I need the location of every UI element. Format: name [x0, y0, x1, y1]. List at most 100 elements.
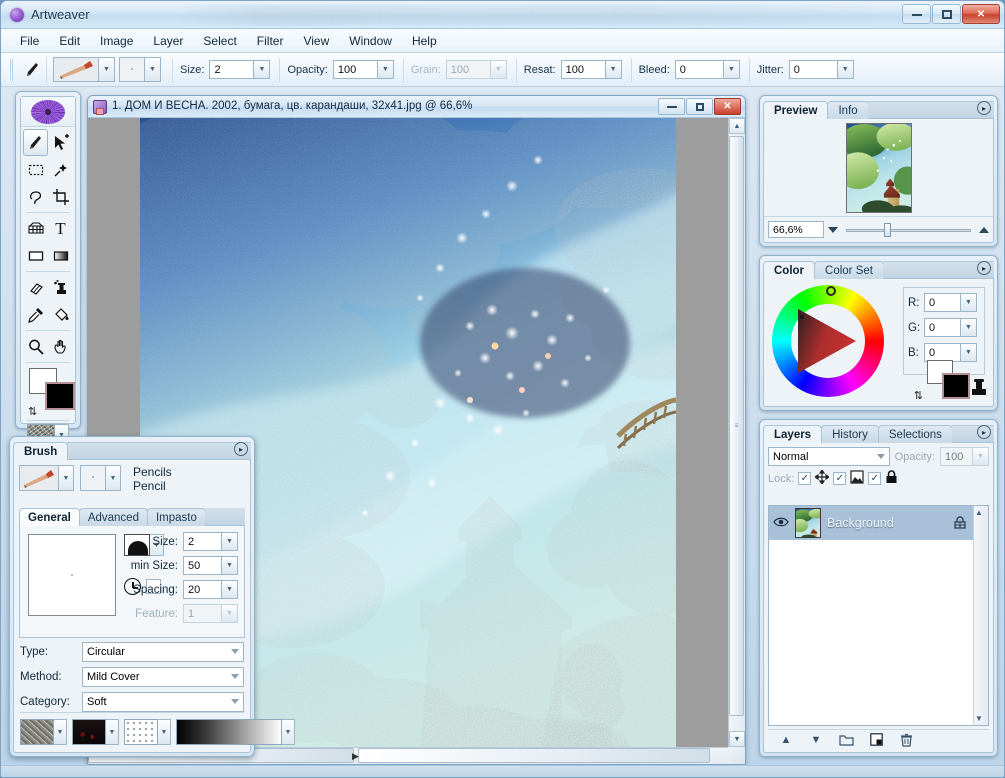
new-layer-button[interactable] — [868, 732, 884, 748]
lock-pixels-checkbox[interactable]: ✓ — [833, 472, 846, 485]
move-layer-up-button[interactable]: ▲ — [778, 732, 794, 748]
lock-icon[interactable] — [885, 470, 898, 487]
tool-paint-bucket[interactable] — [48, 301, 73, 328]
brush-min-size-input[interactable] — [183, 556, 221, 575]
brush-min-size-spinner[interactable]: ▼ — [183, 556, 238, 575]
tool-eraser[interactable] — [23, 274, 48, 301]
menu-item-help[interactable]: Help — [403, 31, 446, 51]
dots-picker[interactable]: ▼ — [124, 719, 171, 745]
brush-type-select[interactable]: Circular — [82, 642, 244, 662]
layer-scroll-down-icon[interactable]: ▼ — [975, 714, 983, 723]
panel-foreground-color-swatch[interactable] — [942, 373, 970, 399]
minimize-button[interactable] — [902, 4, 931, 24]
tool-clone-stamp[interactable] — [48, 274, 73, 301]
brush-preset-dropdown-icon[interactable]: ▼ — [99, 57, 115, 82]
tool-lasso[interactable] — [23, 183, 48, 210]
maximize-button[interactable] — [932, 4, 961, 24]
gradient-picker[interactable]: ▼ — [176, 719, 295, 745]
layer-list[interactable]: Background ▲ ▼ — [768, 505, 989, 726]
lock-image-icon[interactable] — [850, 470, 864, 487]
layer-scroll-up-icon[interactable]: ▲ — [975, 508, 983, 517]
tool-eyedropper[interactable] — [23, 301, 48, 328]
option-bleed-spinner[interactable]: ▼ — [675, 60, 740, 79]
brush-category-dropdown-icon[interactable]: ▼ — [59, 465, 74, 491]
layer-opacity-input[interactable] — [940, 447, 972, 466]
menu-item-window[interactable]: Window — [340, 31, 401, 51]
layer-opacity-stepper-icon[interactable]: ▼ — [972, 447, 989, 466]
swap-colors-icon[interactable]: ⇅ — [28, 405, 37, 418]
option-jitter-input[interactable] — [789, 60, 837, 79]
tab-color-set[interactable]: Color Set — [814, 261, 884, 279]
brush-variant-picker[interactable]: ▼ — [119, 57, 161, 82]
tab-preview[interactable]: Preview — [763, 101, 828, 119]
tool-rect-select[interactable] — [23, 156, 48, 183]
zoom-slider[interactable] — [846, 223, 971, 237]
color-mixer-icon[interactable] — [969, 375, 989, 400]
g-stepper-icon[interactable]: ▼ — [960, 318, 977, 337]
foreground-color-swatch[interactable] — [45, 382, 75, 410]
brush-panel-menu-icon[interactable]: ▸ — [234, 442, 248, 456]
tool-perspective[interactable] — [23, 215, 48, 242]
preview-panel-menu-icon[interactable]: ▸ — [977, 101, 991, 115]
tool-shape[interactable] — [23, 242, 48, 269]
color-panel-menu-icon[interactable]: ▸ — [977, 261, 991, 275]
brush-min-size-stepper-icon[interactable]: ▼ — [221, 556, 238, 575]
color-triangle-marker[interactable] — [800, 315, 804, 319]
menu-item-filter[interactable]: Filter — [248, 31, 293, 51]
brush-category-picker[interactable]: ▼ — [19, 465, 74, 491]
menu-item-select[interactable]: Select — [194, 31, 245, 51]
menu-item-file[interactable]: File — [11, 31, 48, 51]
tab-color[interactable]: Color — [763, 261, 815, 279]
tab-info[interactable]: Info — [827, 101, 868, 119]
new-group-button[interactable] — [838, 732, 854, 748]
option-opacity-spinner[interactable]: ▼ — [333, 60, 394, 79]
brush-variant-picker-2[interactable]: ▼ — [80, 465, 121, 491]
r-stepper-icon[interactable]: ▼ — [960, 293, 977, 312]
move-layer-down-button[interactable]: ▼ — [808, 732, 824, 748]
option-bleed-stepper-icon[interactable]: ▼ — [723, 60, 740, 79]
brush-size-input[interactable] — [183, 532, 221, 551]
scroll-down-arrow[interactable]: ▼ — [729, 731, 745, 747]
brush-category-select[interactable]: Soft — [82, 692, 244, 712]
lock-move-icon[interactable] — [815, 470, 829, 487]
option-size-input[interactable] — [209, 60, 253, 79]
option-resat-input[interactable] — [561, 60, 605, 79]
menu-item-view[interactable]: View — [294, 31, 338, 51]
subtab-general[interactable]: General — [19, 508, 80, 526]
brush-spacing-spinner[interactable]: ▼ — [183, 580, 238, 599]
tool-crop[interactable] — [48, 183, 73, 210]
zoom-in-icon[interactable] — [979, 227, 989, 233]
paper-dropdown-icon[interactable]: ▼ — [54, 719, 67, 745]
tab-layers[interactable]: Layers — [763, 425, 822, 443]
lock-all-checkbox[interactable]: ✓ — [868, 472, 881, 485]
color-wheel-marker[interactable] — [826, 286, 836, 296]
tool-zoom[interactable] — [23, 333, 48, 360]
zoom-out-icon[interactable] — [828, 227, 838, 233]
option-size-stepper-icon[interactable]: ▼ — [253, 60, 270, 79]
layers-panel-menu-icon[interactable]: ▸ — [977, 425, 991, 439]
tool-magic-wand[interactable] — [48, 156, 73, 183]
brush-method-select[interactable]: Mild Cover — [82, 667, 244, 687]
tool-brush[interactable] — [23, 129, 48, 156]
layer-list-scrollbar[interactable]: ▲ ▼ — [973, 506, 988, 725]
layer-visibility-icon[interactable] — [773, 516, 789, 531]
tool-text[interactable]: T — [48, 215, 73, 242]
tool-gradient[interactable] — [48, 242, 73, 269]
menu-item-layer[interactable]: Layer — [144, 31, 192, 51]
option-resat-spinner[interactable]: ▼ — [561, 60, 622, 79]
menu-item-edit[interactable]: Edit — [50, 31, 89, 51]
preview-zoom-value[interactable]: 66,6% — [768, 221, 824, 238]
brush-spacing-stepper-icon[interactable]: ▼ — [221, 580, 238, 599]
option-size-spinner[interactable]: ▼ — [209, 60, 270, 79]
blend-mode-select[interactable]: Normal — [768, 447, 890, 466]
pattern-picker[interactable]: ▼ — [72, 719, 119, 745]
canvas-vertical-scrollbar[interactable]: ▲ ≡ ▼ — [728, 118, 745, 747]
brush-size-spinner[interactable]: ▼ — [183, 532, 238, 551]
close-button[interactable]: ✕ — [962, 4, 1000, 24]
layer-opacity-spinner[interactable]: ▼ — [940, 447, 989, 466]
tool-hand[interactable] — [48, 333, 73, 360]
paper-picker[interactable]: ▼ — [20, 719, 67, 745]
toolbar-grip[interactable] — [9, 59, 13, 81]
brush-size-stepper-icon[interactable]: ▼ — [221, 532, 238, 551]
option-bleed-input[interactable] — [675, 60, 723, 79]
